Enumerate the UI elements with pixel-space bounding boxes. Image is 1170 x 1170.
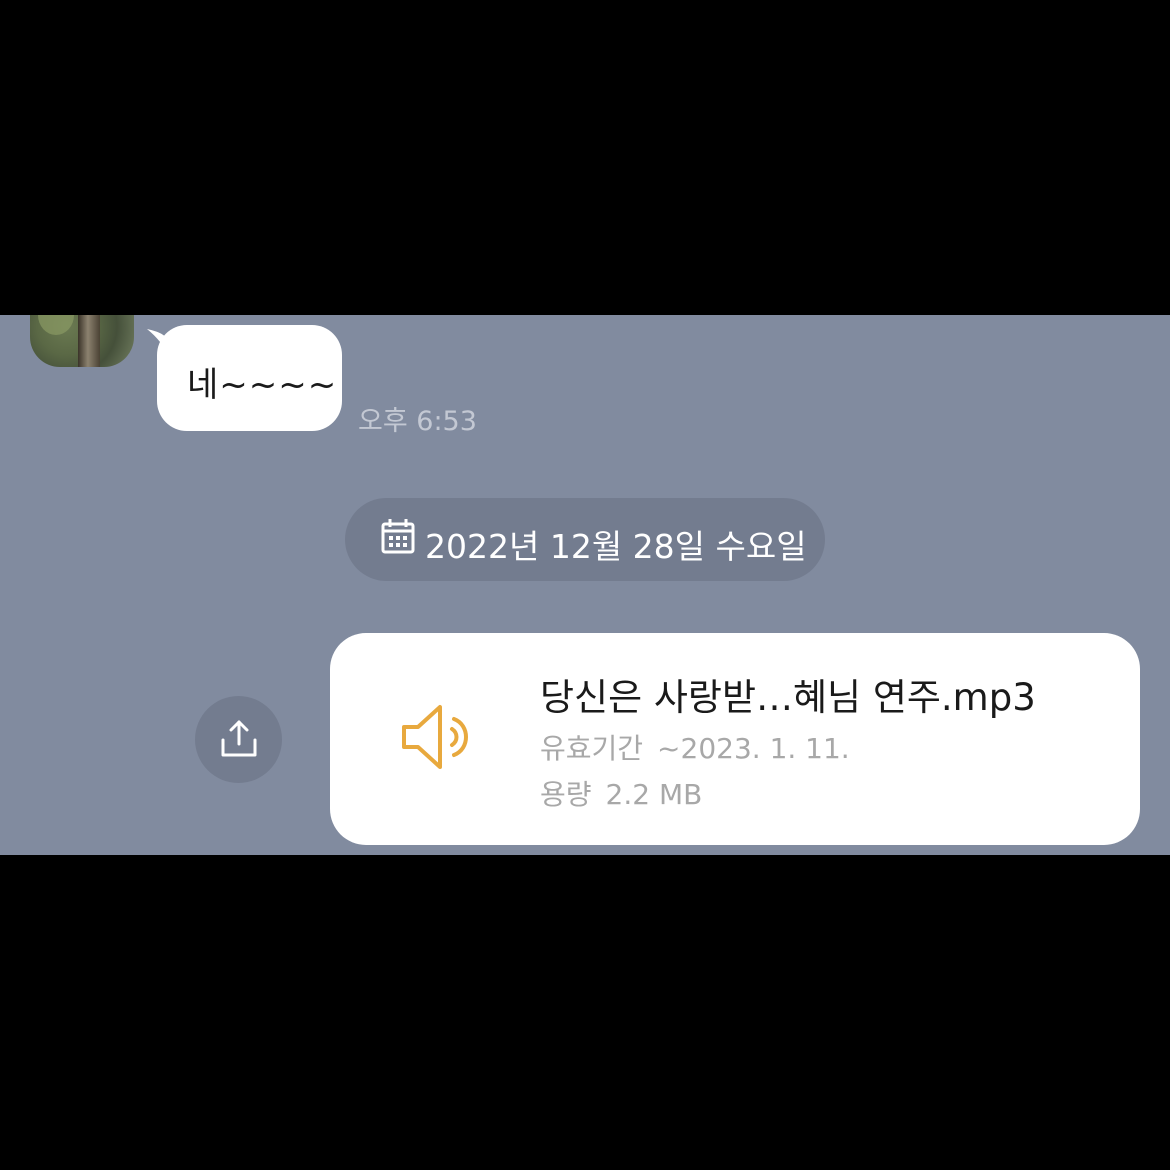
file-expiry-row: 유효기간 ~2023. 1. 11. (540, 727, 850, 767)
incoming-message-bubble[interactable]: 네~~~~ (147, 325, 342, 431)
message-timestamp: 오후 6:53 (358, 406, 477, 437)
incoming-message-text: 네~~~~ (187, 365, 338, 405)
avatar-foliage (38, 315, 74, 335)
calendar-icon (381, 519, 415, 554)
avatar[interactable] (30, 315, 134, 367)
date-divider-label: 2022년 12월 28일 수요일 (425, 527, 807, 566)
expiry-value: ~2023. 1. 11. (657, 732, 850, 765)
chat-area[interactable]: 네~~~~ 오후 6:53 2022년 12월 28일 수요일 당신은 사랑받…… (0, 315, 1170, 855)
file-name: 당신은 사랑받…혜님 연주.mp3 (540, 676, 1036, 719)
file-message-bubble[interactable]: 당신은 사랑받…혜님 연주.mp3 유효기간 ~2023. 1. 11. 용량 2.… (330, 633, 1140, 845)
avatar-trunk (78, 315, 100, 367)
size-value: 2.2 MB (605, 778, 703, 811)
speaker-icon (402, 705, 468, 769)
expiry-label: 유효기간 (540, 732, 644, 765)
share-icon (221, 720, 257, 757)
share-button[interactable] (195, 696, 282, 783)
date-divider: 2022년 12월 28일 수요일 (345, 498, 825, 581)
size-label: 용량 (540, 778, 592, 811)
bubble-tail (147, 329, 171, 359)
file-size-row: 용량 2.2 MB (540, 773, 702, 813)
screenshot-frame: 네~~~~ 오후 6:53 2022년 12월 28일 수요일 당신은 사랑받…… (0, 0, 1170, 1170)
